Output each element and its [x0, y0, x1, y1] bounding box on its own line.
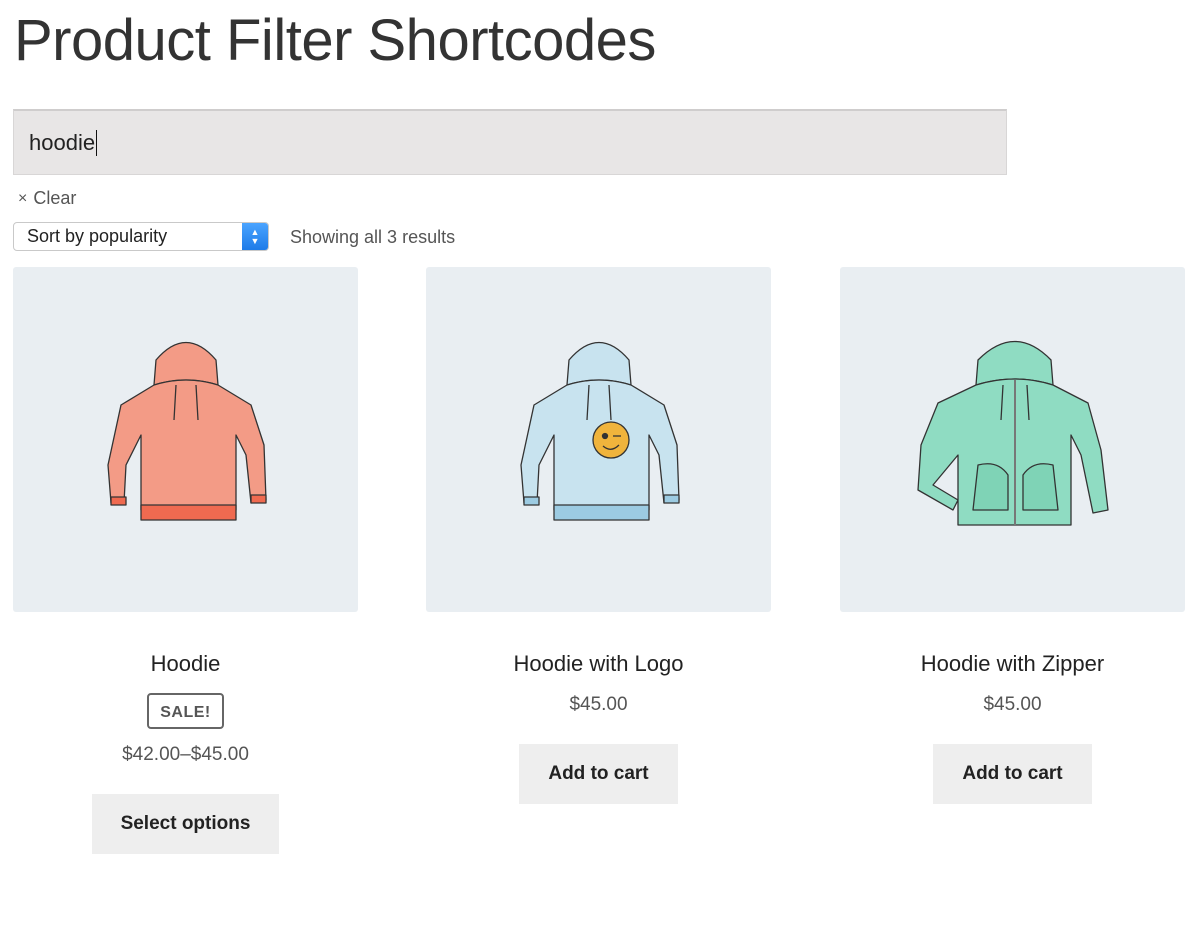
result-count: Showing all 3 results [290, 227, 456, 247]
product-price: $45.00 [983, 694, 1042, 715]
clear-filter-link[interactable]: × Clear [18, 188, 76, 209]
add-to-cart-button[interactable]: Add to cart [519, 744, 678, 804]
hoodie-image [106, 341, 267, 521]
select-arrows-icon: ▲ ▼ [242, 223, 268, 250]
hoodie-with-zipper-image [916, 340, 1109, 526]
product-image[interactable] [426, 267, 771, 612]
product-price: $42.00–$45.00 [122, 744, 249, 765]
hoodie-with-logo-image [519, 341, 680, 521]
product-title[interactable]: Hoodie with Logo [426, 649, 771, 679]
product-image[interactable] [840, 267, 1185, 612]
search-input[interactable]: hoodie [13, 109, 1007, 175]
product-title[interactable]: Hoodie with Zipper [840, 649, 1185, 679]
text-caret [96, 129, 98, 156]
product-card: Hoodie with Logo $45.00 Add to cart [426, 267, 771, 804]
product-card: Hoodie with Zipper $45.00 Add to cart [840, 267, 1185, 804]
product-card: Hoodie SALE! $42.00–$45.00 Select option… [13, 267, 358, 854]
close-icon: × [18, 189, 28, 207]
clear-label: Clear [33, 188, 77, 208]
search-input-value: hoodie [29, 129, 96, 155]
product-title[interactable]: Hoodie [13, 649, 358, 679]
sort-selected-value: Sort by popularity [27, 226, 168, 246]
sale-badge: SALE! [147, 693, 224, 729]
page-title: Product Filter Shortcodes [14, 8, 656, 73]
product-price: $45.00 [569, 694, 628, 715]
select-options-button[interactable]: Select options [91, 794, 280, 854]
sort-select[interactable]: Sort by popularity ▲ ▼ [13, 222, 269, 251]
product-image[interactable] [13, 267, 358, 612]
add-to-cart-button[interactable]: Add to cart [933, 744, 1092, 804]
chevron-down-icon: ▼ [250, 235, 260, 246]
